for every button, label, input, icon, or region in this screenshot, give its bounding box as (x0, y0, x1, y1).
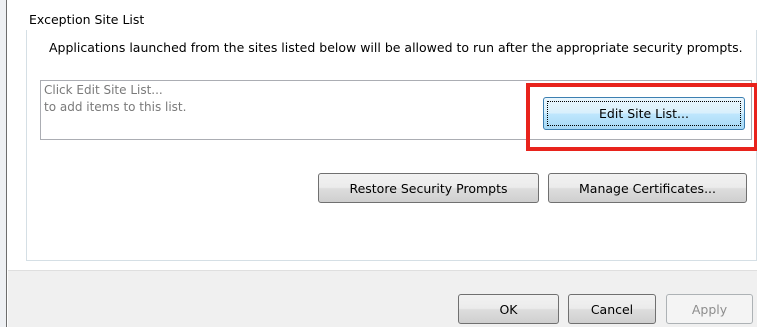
apply-button[interactable]: Apply (666, 294, 753, 324)
restore-security-prompts-label: Restore Security Prompts (349, 180, 508, 196)
ok-label: OK (499, 301, 518, 317)
ok-button[interactable]: OK (458, 294, 559, 324)
cancel-button[interactable]: Cancel (568, 294, 656, 324)
restore-security-prompts-button[interactable]: Restore Security Prompts (318, 173, 539, 203)
cancel-label: Cancel (590, 301, 634, 317)
exception-site-list-heading: Exception Site List (29, 12, 145, 27)
site-list-placeholder-line2: to add items to this list. (44, 100, 187, 114)
manage-certificates-button[interactable]: Manage Certificates... (548, 173, 747, 203)
apply-label: Apply (691, 301, 728, 317)
site-list-placeholder: Click Edit Site List... to add items to … (44, 82, 186, 116)
group-border-bottom (26, 260, 757, 261)
highlight-annotation (526, 83, 757, 151)
window-left-edge (0, 0, 7, 327)
group-border-left (26, 30, 27, 260)
site-list-placeholder-line1: Click Edit Site List... (44, 83, 163, 97)
exception-site-list-description: Applications launched from the sites lis… (49, 40, 743, 55)
manage-certificates-label: Manage Certificates... (579, 180, 716, 196)
